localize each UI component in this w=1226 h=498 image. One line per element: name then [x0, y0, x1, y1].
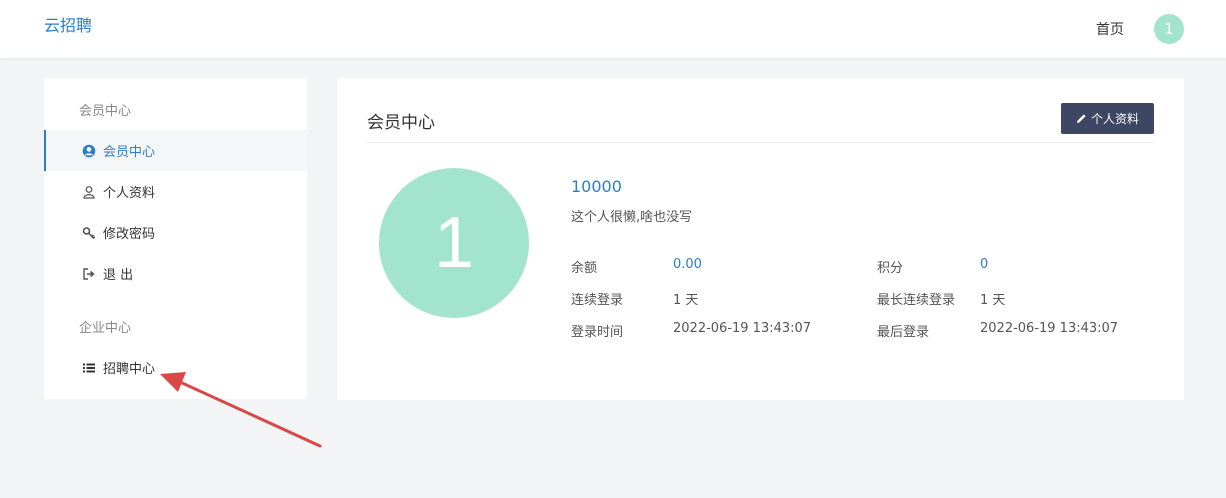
annotation-arrow: [160, 372, 322, 448]
